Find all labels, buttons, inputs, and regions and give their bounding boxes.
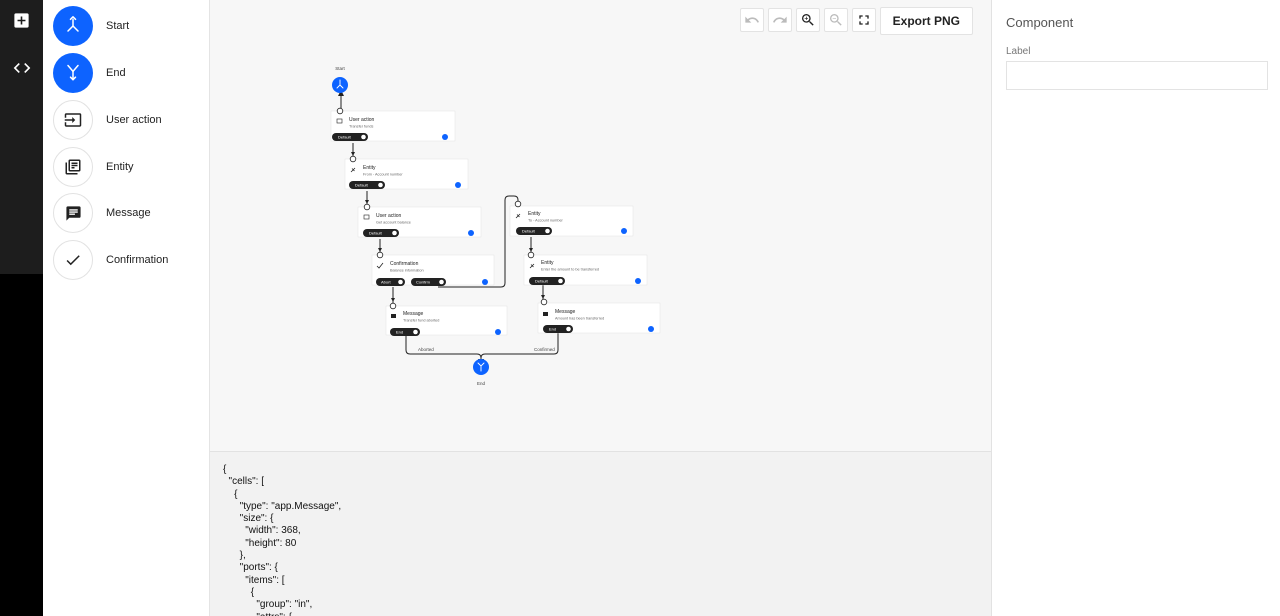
node-entity[interactable]: Entity Enter the amount to be transferre… [523,251,648,286]
node-title: Entity [363,165,376,171]
end-node[interactable]: End [473,359,489,386]
link-label-aborted: Aborted [418,347,434,352]
node-title: Confirmation [390,261,419,267]
remove-port-icon[interactable] [545,228,550,234]
message-icon [543,312,548,316]
node-user-action[interactable]: User action Get account balance Default [357,203,482,238]
port-label: End [396,330,403,335]
node-confirmation[interactable]: Confirmation Balance information Abort C… [371,251,495,286]
remove-port-icon[interactable] [361,134,366,140]
port-label: Default [535,279,549,284]
start-label: Start [335,66,345,71]
node-subtitle: Transfer funds [349,125,373,129]
palette-item-confirmation[interactable]: Confirmation [53,238,203,282]
message-icon [391,314,396,318]
node-user-action[interactable]: User action Transfer funds Default [330,107,456,142]
node-subtitle: Enter the amount to be transferred [541,268,599,272]
remove-port-icon[interactable] [558,278,563,284]
in-port[interactable] [363,203,371,211]
start-node[interactable]: Start [332,66,348,93]
palette-item-label: Confirmation [106,254,169,266]
component-palette: Start End User action Entity Message Con… [43,0,210,616]
confirmation-icon [53,240,93,280]
in-port[interactable] [540,298,548,306]
add-port-icon[interactable] [621,228,627,234]
node-title: Message [403,311,424,317]
remove-port-icon[interactable] [439,279,444,285]
label-input[interactable] [1006,61,1268,90]
node-title: Message [555,309,576,315]
port-label: Default [369,231,383,236]
inspector-title: Component [1006,15,1074,30]
palette-item-label: End [106,67,126,79]
in-port[interactable] [389,302,397,310]
flow-diagram: Aborted Confirmed Start End User action … [330,66,661,386]
add-port-icon[interactable] [648,326,654,332]
port-label: Default [355,183,369,188]
json-output-text: { "cells": [ { "type": "app.Message", "s… [223,464,342,616]
end-label: End [477,381,486,386]
node-title: Entity [541,260,554,266]
link-label-confirmed: Confirmed [534,347,555,352]
node-subtitle: To - Account number [528,219,564,223]
entity-icon [53,147,93,187]
node-subtitle: Amount has been transferred [555,317,604,321]
in-port[interactable] [514,200,522,208]
code-icon[interactable] [8,54,35,81]
port-label: Default [338,135,352,140]
remove-port-icon[interactable] [378,182,383,188]
message-icon [53,193,93,233]
in-port[interactable] [376,251,384,259]
in-port[interactable] [527,251,535,259]
node-message[interactable]: Message Amount has been transferred End [537,298,661,334]
remove-port-icon[interactable] [392,230,397,236]
port-label: Default [522,229,536,234]
node-title: Entity [528,211,541,217]
add-box-icon[interactable] [8,7,35,34]
palette-item-label: Start [106,20,130,32]
node-entity[interactable]: Entity To - Account number Default [509,200,634,237]
node-entity[interactable]: Entity From - Account number Default [344,155,469,190]
json-output-pane[interactable]: { "cells": [ { "type": "app.Message", "s… [210,452,991,616]
rail-top [0,0,43,274]
node-subtitle: Get account balance [376,221,411,225]
port-label: Confirm [416,280,431,285]
palette-item-end[interactable]: End [53,51,203,95]
palette-item-label: Entity [106,161,134,173]
node-title: User action [376,213,402,219]
in-port[interactable] [336,107,344,115]
node-subtitle: Transfer fund aborted [403,319,439,323]
node-subtitle: From - Account number [363,173,403,177]
rail-bottom [0,274,43,616]
diagram-canvas[interactable]: Export PNG Aborted Confirmed Start End U… [210,0,991,452]
remove-port-icon[interactable] [413,329,418,335]
node-message[interactable]: Message Transfer fund aborted End [385,302,508,336]
add-port-icon[interactable] [482,279,488,285]
inspector-panel: Component Label [991,0,1280,616]
add-port-icon[interactable] [495,329,501,335]
add-port-icon[interactable] [635,278,641,284]
node-subtitle: Balance information [390,269,424,273]
palette-item-user-action[interactable]: User action [53,98,203,142]
add-port-icon[interactable] [442,134,448,140]
in-port[interactable] [349,155,357,163]
add-port-icon[interactable] [455,182,461,188]
user-action-icon [53,100,93,140]
label-caption: Label [1006,46,1031,57]
left-rail [0,0,43,616]
remove-port-icon[interactable] [398,279,403,285]
palette-item-entity[interactable]: Entity [53,145,203,189]
palette-item-label: User action [106,114,162,126]
end-icon [53,53,93,93]
port-label: Abort [381,280,391,285]
palette-item-start[interactable]: Start [53,4,203,48]
add-port-icon[interactable] [468,230,474,236]
palette-item-message[interactable]: Message [53,191,203,235]
port-label: End [549,327,556,332]
start-icon [53,6,93,46]
link [480,333,559,359]
palette-item-label: Message [106,207,151,219]
remove-port-icon[interactable] [566,326,571,332]
node-title: User action [349,117,375,123]
